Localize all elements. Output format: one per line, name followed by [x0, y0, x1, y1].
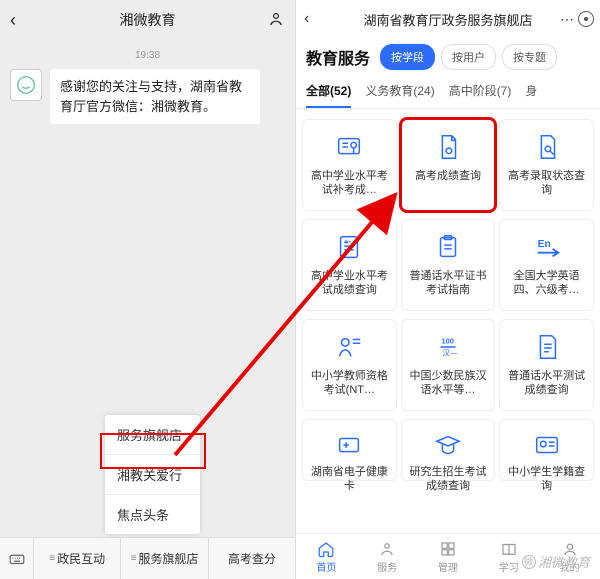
bottom-tab-store[interactable]: ≡服务旗舰店 [121, 538, 208, 579]
cat-highschool[interactable]: 高中阶段(7) [449, 82, 512, 108]
chat-bottom-bar: ≡政民互动 ≡服务旗舰店 高考查分 [0, 537, 295, 579]
card-student-status[interactable]: 中小学生学籍查询 [499, 419, 594, 481]
score-icon: 100 汉— [431, 330, 465, 364]
nav-mine[interactable]: 我的 [539, 534, 600, 579]
profile-icon[interactable] [267, 10, 285, 31]
nav-study[interactable]: 学习 [478, 534, 539, 579]
message-bubble: 感谢您的关注与支持，湖南省教育厅官方微信：湘微教育。 [50, 69, 260, 124]
more-icon[interactable]: ⋯ [560, 11, 574, 28]
card-minority-lang[interactable]: 100 汉— 中国少数民族汉语水平等… [401, 319, 496, 411]
card-postgrad-score[interactable]: 研究生招生考试成绩查询 [401, 419, 496, 481]
card-label: 高考录取状态查询 [504, 170, 589, 198]
health-icon [332, 430, 366, 460]
card-academic-score[interactable]: A+ 高中学业水平考试成绩查询 [302, 219, 397, 311]
keyboard-icon[interactable] [0, 538, 34, 579]
card-retake-score[interactable]: 高中学业水平考试补考成… [302, 119, 397, 211]
card-label: 中小学生学籍查询 [504, 466, 589, 494]
back-icon[interactable]: ‹ [10, 10, 16, 31]
card-label: 普通话水平测试成绩查询 [504, 370, 589, 398]
svg-text:A+: A+ [345, 239, 352, 245]
chat-title: 湘微教育 [120, 10, 176, 30]
teacher-icon [332, 330, 366, 364]
menu-popup: 服务旗舰店 湘教关爱行 焦点头条 [105, 415, 200, 534]
store-title: 湖南省教育厅政务服务旗舰店 [363, 10, 532, 29]
bottom-tab-scores[interactable]: 高考查分 [209, 538, 295, 579]
id-icon [530, 430, 564, 460]
cat-more[interactable]: 身 [525, 82, 537, 108]
card-label: 研究生招生考试成绩查询 [406, 466, 491, 494]
popup-item-news[interactable]: 焦点头条 [105, 495, 200, 534]
message-row: 感谢您的关注与支持，湖南省教育厅官方微信：湘微教育。 [0, 61, 295, 132]
popup-item-care[interactable]: 湘教关爱行 [105, 455, 200, 495]
card-label: 高中学业水平考试成绩查询 [307, 270, 392, 298]
popup-item-store[interactable]: 服务旗舰店 [105, 415, 200, 455]
grade-icon: A+ [332, 230, 366, 264]
card-label: 高考成绩查询 [415, 170, 481, 184]
svg-text:En: En [537, 239, 550, 250]
chat-timestamp: 19:38 [0, 50, 295, 61]
service-grid: 高中学业水平考试补考成… 高考成绩查询 高考录取状态查询 A+ 高中学业水平考试… [302, 119, 594, 481]
section-title: 教育服务 [306, 45, 370, 69]
document-icon [431, 130, 465, 164]
chat-header: ‹ 湘微教育 [0, 0, 295, 40]
card-label: 湖南省电子健康卡 [307, 466, 392, 494]
card-health-card[interactable]: 湖南省电子健康卡 [302, 419, 397, 481]
svg-text:汉—: 汉— [442, 348, 457, 357]
avatar[interactable] [10, 69, 42, 101]
graduate-icon [431, 430, 465, 460]
certificate-icon [332, 130, 366, 164]
doc-lines-icon [530, 330, 564, 364]
card-label: 中小学教师资格考试(NT… [307, 370, 392, 398]
close-icon[interactable] [578, 11, 594, 27]
english-icon: En [530, 230, 564, 264]
cat-compulsory[interactable]: 义务教育(24) [365, 82, 434, 108]
svg-text:100: 100 [441, 336, 454, 345]
cat-all[interactable]: 全部(52) [306, 82, 351, 108]
card-label: 中国少数民族汉语水平等… [406, 370, 491, 398]
card-teacher-cert[interactable]: 中小学教师资格考试(NT… [302, 319, 397, 411]
nav-home[interactable]: 首页 [296, 534, 357, 579]
card-label: 全国大学英语四、六级考… [504, 270, 589, 298]
clipboard-icon [431, 230, 465, 264]
nav-manage[interactable]: 管理 [418, 534, 479, 579]
card-label: 高中学业水平考试补考成… [307, 170, 392, 198]
card-cet[interactable]: En 全国大学英语四、六级考… [499, 219, 594, 311]
card-label: 普通话水平证书考试指南 [406, 270, 491, 298]
filter-stage[interactable]: 按学段 [380, 44, 435, 70]
card-gaokao-score[interactable]: 高考成绩查询 [401, 119, 496, 211]
card-gaokao-admission[interactable]: 高考录取状态查询 [499, 119, 594, 211]
store-header: ‹ 湖南省教育厅政务服务旗舰店 ⋯ [296, 0, 600, 38]
category-row: 全部(52) 义务教育(24) 高中阶段(7) 身 [296, 78, 600, 109]
bottom-tab-interact[interactable]: ≡政民互动 [34, 538, 121, 579]
card-putonghua-guide[interactable]: 普通话水平证书考试指南 [401, 219, 496, 311]
filter-topic[interactable]: 按专题 [502, 44, 557, 70]
nav-service[interactable]: 服务 [357, 534, 418, 579]
document-search-icon [530, 130, 564, 164]
card-putonghua-score[interactable]: 普通话水平测试成绩查询 [499, 319, 594, 411]
store-bottom-nav: 首页 服务 管理 学习 我的 [296, 533, 600, 579]
filter-row: 教育服务 按学段 按用户 按专题 [296, 38, 600, 78]
filter-user[interactable]: 按用户 [441, 44, 496, 70]
back-icon[interactable]: ‹ [304, 10, 309, 28]
